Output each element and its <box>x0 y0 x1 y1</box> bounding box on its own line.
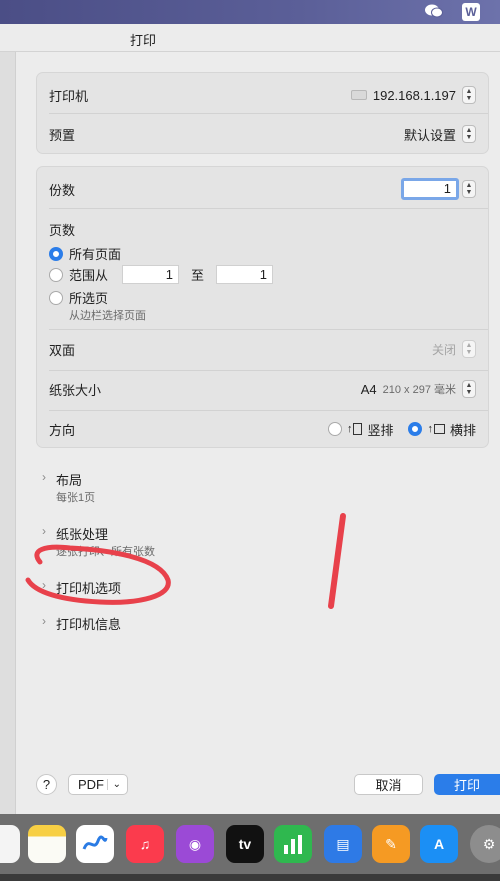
apple-tv-icon[interactable]: tv <box>226 825 264 863</box>
range-to-input[interactable]: 1 <box>216 265 274 284</box>
paper-size-select[interactable]: A4 210 x 297 毫米 ▲ ▼ <box>361 380 476 398</box>
cancel-button[interactable]: 取消 <box>354 774 423 795</box>
chevron-updown-icon: ▲ ▼ <box>462 380 476 398</box>
copies-input[interactable]: 1 <box>401 178 459 200</box>
printer-label: 打印机 <box>49 88 89 104</box>
print-label: 打印 <box>453 778 480 793</box>
chevron-updown-icon: ▲ ▼ <box>462 340 476 358</box>
divider <box>49 370 488 371</box>
portrait-icon: ↑ <box>347 423 363 435</box>
dock-shadow <box>0 874 500 881</box>
preset-select[interactable]: 默认设置 ▲ ▼ <box>404 125 476 144</box>
orientation-row: 方向 ↑ 竖排 ↑ 横排 <box>49 419 476 439</box>
print-button[interactable]: 打印 <box>434 774 500 795</box>
preset-row: 预置 默认设置 ▲ ▼ <box>49 124 476 144</box>
help-button[interactable]: ? <box>36 774 57 795</box>
numbers-icon[interactable] <box>274 825 312 863</box>
pages-all-option[interactable]: 所有页面 <box>49 244 121 263</box>
duplex-value: 关闭 <box>431 342 456 357</box>
divider <box>49 329 488 330</box>
menu-bar: W <box>0 0 500 24</box>
orientation-portrait-label: 竖排 <box>367 422 394 438</box>
orientation-options: ↑ 竖排 ↑ 横排 <box>327 420 476 439</box>
duplex-select[interactable]: 关闭 ▲ ▼ <box>432 340 476 358</box>
dock: ♫ ◉ tv ▤ ✎ A ⚙ <box>0 814 500 881</box>
duplex-label: 双面 <box>49 342 76 358</box>
chevron-right-icon[interactable]: › <box>42 470 46 484</box>
cancel-label: 取消 <box>375 778 402 793</box>
pages-range-label: 范围从 <box>69 268 109 283</box>
duplex-row: 双面 关闭 ▲ ▼ <box>49 339 476 359</box>
range-from-input[interactable]: 1 <box>122 265 180 284</box>
chevron-updown-icon: ▲ ▼ <box>462 125 476 143</box>
wps-icon[interactable]: W <box>462 3 480 21</box>
pages-selected-hint: 从边栏选择页面 <box>69 310 146 322</box>
sidebar-edge <box>0 52 16 814</box>
options-group: 份数 1 ▲ ▼ 页数 所有页面 范围从 1 至 1 所选页 从边栏选择页面 双面… <box>36 166 489 448</box>
freeform-icon[interactable] <box>76 825 114 863</box>
printer-icon <box>350 90 367 100</box>
pages-icon[interactable]: ✎ <box>372 825 410 863</box>
copies-row: 份数 1 ▲ ▼ <box>49 178 476 200</box>
music-icon[interactable]: ♫ <box>126 825 164 863</box>
chevron-updown-icon: ▲ ▼ <box>462 86 476 104</box>
paper-size-value: A4 <box>360 381 377 397</box>
copies-label: 份数 <box>49 182 76 198</box>
paper-size-dims: 210 x 297 毫米 <box>382 384 456 396</box>
orientation-portrait-radio[interactable] <box>327 422 342 436</box>
radio-unselected[interactable] <box>49 267 63 282</box>
orientation-landscape-label: 横排 <box>449 422 476 438</box>
divider <box>49 208 488 209</box>
keynote-icon[interactable]: ▤ <box>324 825 362 863</box>
printer-row: 打印机 192.168.1.197 ▲ ▼ <box>49 85 476 105</box>
copies-control: 1 ▲ ▼ <box>401 178 476 200</box>
pdf-label: PDF <box>78 777 104 792</box>
chevron-down-icon: ⌄ <box>106 779 121 790</box>
window-title: 打印 <box>130 33 157 48</box>
pages-label: 页数 <box>49 223 76 238</box>
pdf-menu-button[interactable]: PDF ⌄ <box>68 774 128 795</box>
divider <box>49 410 488 411</box>
paper-size-label: 纸张大小 <box>49 382 102 398</box>
notes-icon[interactable] <box>28 825 66 863</box>
radio-selected[interactable] <box>49 246 63 261</box>
pages-all-label: 所有页面 <box>69 247 122 262</box>
pages-selected-option[interactable]: 所选页 <box>49 288 108 307</box>
landscape-icon: ↑ <box>427 423 445 435</box>
orientation-landscape-radio[interactable] <box>408 422 423 436</box>
preset-value: 默认设置 <box>403 127 456 143</box>
red-annotation-marks <box>25 513 346 609</box>
help-label: ? <box>42 777 51 792</box>
section-layout-title[interactable]: 布局 <box>56 470 82 489</box>
podcasts-icon[interactable]: ◉ <box>176 825 214 863</box>
system-settings-icon[interactable]: ⚙ <box>470 825 500 863</box>
printer-group: 打印机 192.168.1.197 ▲ ▼ 预置 默认设置 ▲ ▼ <box>36 72 489 154</box>
pages-selected-label: 所选页 <box>69 291 109 306</box>
orientation-label: 方向 <box>49 422 76 438</box>
app-store-icon[interactable]: A <box>420 825 458 863</box>
dialog-titlebar: 打印 <box>0 24 500 52</box>
range-to-label: 至 <box>191 268 205 283</box>
printer-select[interactable]: 192.168.1.197 ▲ ▼ <box>350 86 476 104</box>
pages-range-option: 范围从 1 至 1 <box>49 265 274 284</box>
printer-value: 192.168.1.197 <box>372 87 456 103</box>
reminders-icon[interactable] <box>0 825 20 863</box>
apple-tv-label: tv <box>238 836 252 852</box>
preset-label: 预置 <box>49 127 76 143</box>
radio-unselected[interactable] <box>49 290 63 305</box>
paper-size-row: 纸张大小 A4 210 x 297 毫米 ▲ ▼ <box>49 379 476 399</box>
divider <box>49 113 488 114</box>
copies-stepper[interactable]: ▲ ▼ <box>462 180 476 198</box>
wechat-icon[interactable] <box>424 3 443 21</box>
